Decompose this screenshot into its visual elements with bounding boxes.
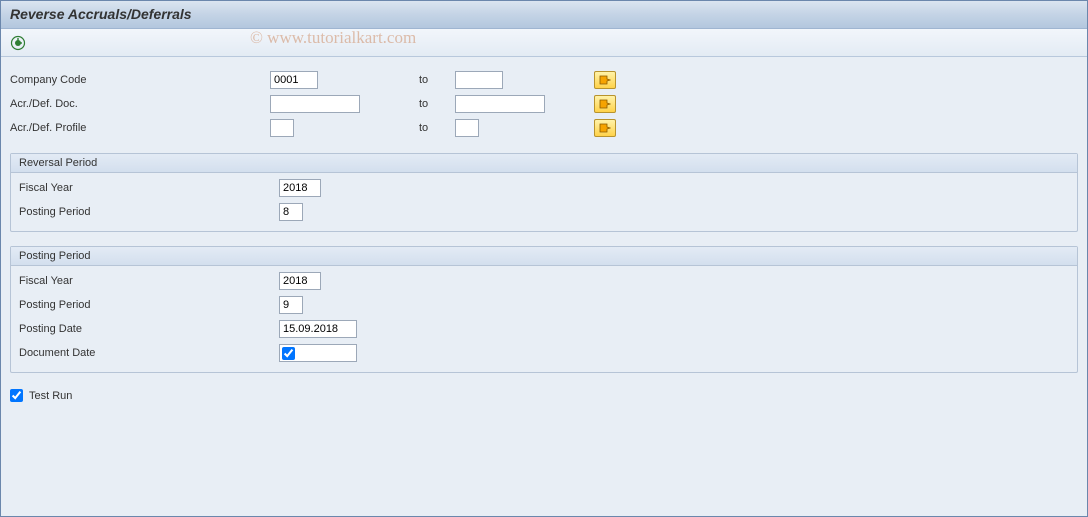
- acr-def-profile-to-input[interactable]: [455, 119, 479, 137]
- row-test-run: Test Run: [10, 389, 1078, 402]
- row-acr-def-profile: Acr./Def. Profile to: [10, 117, 1078, 139]
- page-title: Reverse Accruals/Deferrals: [0, 0, 1088, 29]
- label-acr-def-doc: Acr./Def. Doc.: [10, 98, 270, 110]
- toolbar: [0, 29, 1088, 57]
- test-run-checkbox[interactable]: [10, 389, 23, 402]
- label-acr-def-profile: Acr./Def. Profile: [10, 122, 270, 134]
- post-fiscal-year-input[interactable]: [279, 272, 321, 290]
- multiple-selection-button[interactable]: [594, 119, 616, 137]
- label-posting-date: Posting Date: [19, 323, 279, 335]
- label-rev-posting-period: Posting Period: [19, 206, 279, 218]
- to-label-acr-def-doc: to: [415, 98, 455, 110]
- execute-icon[interactable]: [8, 33, 28, 53]
- label-post-posting-period: Posting Period: [19, 299, 279, 311]
- group-reversal-period: Reversal Period Fiscal Year Posting Peri…: [10, 153, 1078, 232]
- multiple-selection-button[interactable]: [594, 71, 616, 89]
- label-rev-fiscal-year: Fiscal Year: [19, 182, 279, 194]
- group-title-reversal-period: Reversal Period: [11, 154, 1077, 173]
- group-title-posting-period: Posting Period: [11, 247, 1077, 266]
- to-label-acr-def-profile: to: [415, 122, 455, 134]
- row-acr-def-doc: Acr./Def. Doc. to: [10, 93, 1078, 115]
- group-posting-period: Posting Period Fiscal Year Posting Perio…: [10, 246, 1078, 373]
- acr-def-doc-to-input[interactable]: [455, 95, 545, 113]
- rev-fiscal-year-input[interactable]: [279, 179, 321, 197]
- row-company-code: Company Code to: [10, 69, 1078, 91]
- document-date-field[interactable]: [279, 344, 357, 362]
- posting-date-input[interactable]: [279, 320, 357, 338]
- acr-def-profile-from-input[interactable]: [270, 119, 294, 137]
- label-company-code: Company Code: [10, 74, 270, 86]
- rev-posting-period-input[interactable]: [279, 203, 303, 221]
- document-date-checkbox[interactable]: [282, 347, 295, 360]
- label-document-date: Document Date: [19, 347, 279, 359]
- label-post-fiscal-year: Fiscal Year: [19, 275, 279, 287]
- company-code-from-input[interactable]: [270, 71, 318, 89]
- to-label-company-code: to: [415, 74, 455, 86]
- acr-def-doc-from-input[interactable]: [270, 95, 360, 113]
- multiple-selection-button[interactable]: [594, 95, 616, 113]
- label-test-run: Test Run: [29, 390, 72, 402]
- company-code-to-input[interactable]: [455, 71, 503, 89]
- content-area: Company Code to Acr./Def. Doc. to Acr./D…: [0, 57, 1088, 414]
- post-posting-period-input[interactable]: [279, 296, 303, 314]
